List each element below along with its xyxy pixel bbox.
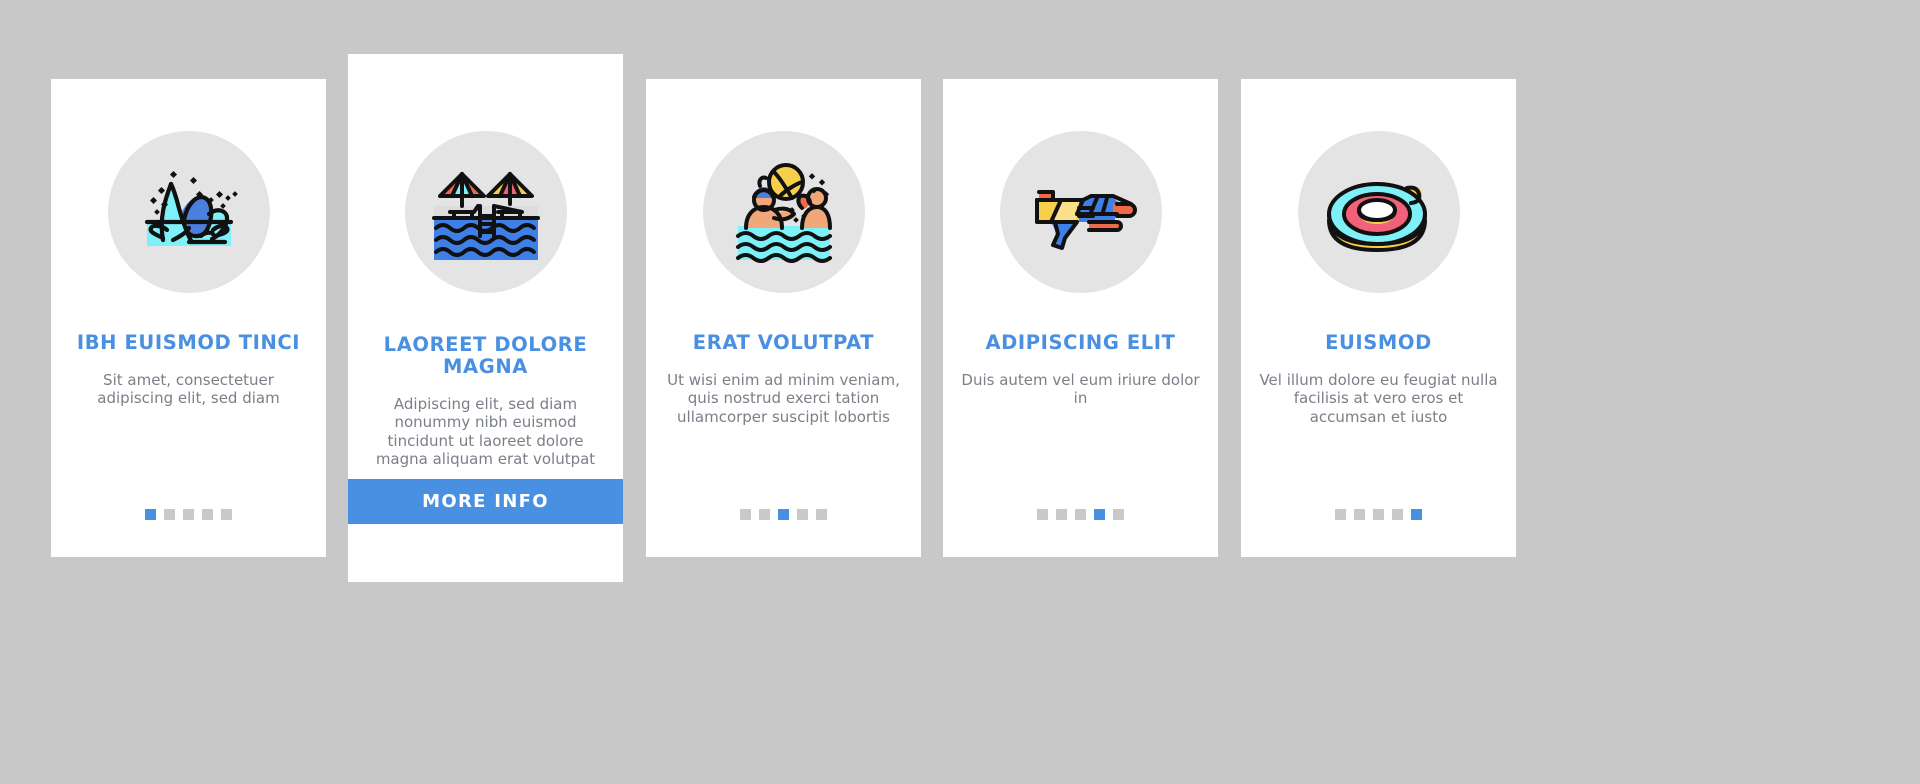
pagination-dot[interactable]	[164, 509, 175, 520]
pagination-dot[interactable]	[183, 509, 194, 520]
pagination-dot[interactable]	[1373, 509, 1384, 520]
pagination-dot[interactable]	[1354, 509, 1365, 520]
pagination-dot[interactable]	[797, 509, 808, 520]
card-title: LAOREET DOLORE MAGNA	[383, 333, 588, 378]
water-splash-icon	[107, 131, 270, 293]
pagination-dot[interactable]	[1094, 509, 1105, 520]
pagination-dot[interactable]	[221, 509, 232, 520]
onboarding-card-3[interactable]: ERAT VOLUTPAT Ut wisi enim ad minim veni…	[646, 79, 921, 557]
onboarding-card-1[interactable]: IBH EUISMOD TINCI Sit amet, consectetuer…	[51, 79, 326, 557]
pagination-dot[interactable]	[202, 509, 213, 520]
card-body-text: Duis autem vel eum iriure dolor in	[961, 370, 1200, 408]
card-title: ERAT VOLUTPAT	[692, 331, 875, 354]
pagination-dot[interactable]	[1056, 509, 1067, 520]
swim-ring-icon	[1297, 131, 1460, 293]
onboarding-card-2-featured[interactable]: LAOREET DOLORE MAGNA Adipiscing elit, se…	[348, 54, 623, 582]
water-polo-players-icon	[702, 131, 865, 293]
pagination-dots[interactable]	[1037, 509, 1124, 520]
pagination-dots[interactable]	[145, 509, 232, 520]
water-gun-icon	[999, 131, 1162, 293]
card-body-text: Adipiscing elit, sed diam nonummy nibh e…	[375, 394, 596, 468]
onboarding-card-4[interactable]: ADIPISCING ELIT Duis autem vel eum iriur…	[943, 79, 1218, 557]
card-title: EUISMOD	[1325, 331, 1432, 354]
card-title: ADIPISCING ELIT	[985, 331, 1176, 354]
card-body-text: Ut wisi enim ad minim veniam, quis nostr…	[667, 370, 900, 426]
pagination-dot[interactable]	[740, 509, 751, 520]
card-body-text: Vel illum dolore eu feugiat nulla facili…	[1259, 370, 1498, 426]
pagination-dot[interactable]	[1037, 509, 1048, 520]
card-title: IBH EUISMOD TINCI	[76, 331, 301, 354]
pagination-dot[interactable]	[759, 509, 770, 520]
pagination-dot[interactable]	[1113, 509, 1124, 520]
pagination-dot[interactable]	[1392, 509, 1403, 520]
pagination-dot[interactable]	[1335, 509, 1346, 520]
swimming-pool-umbrellas-icon	[404, 131, 567, 293]
pagination-dot[interactable]	[778, 509, 789, 520]
pagination-dots[interactable]	[740, 509, 827, 520]
pagination-dot[interactable]	[1411, 509, 1422, 520]
pagination-dot[interactable]	[816, 509, 827, 520]
more-info-button[interactable]: MORE INFO	[348, 479, 623, 524]
pagination-dot[interactable]	[1075, 509, 1086, 520]
onboarding-screens-container: IBH EUISMOD TINCI Sit amet, consectetuer…	[0, 0, 1920, 784]
pagination-dot[interactable]	[145, 509, 156, 520]
pagination-dots[interactable]	[1335, 509, 1422, 520]
onboarding-card-5[interactable]: EUISMOD Vel illum dolore eu feugiat null…	[1241, 79, 1516, 557]
card-body-text: Sit amet, consectetuer adipiscing elit, …	[97, 370, 280, 408]
